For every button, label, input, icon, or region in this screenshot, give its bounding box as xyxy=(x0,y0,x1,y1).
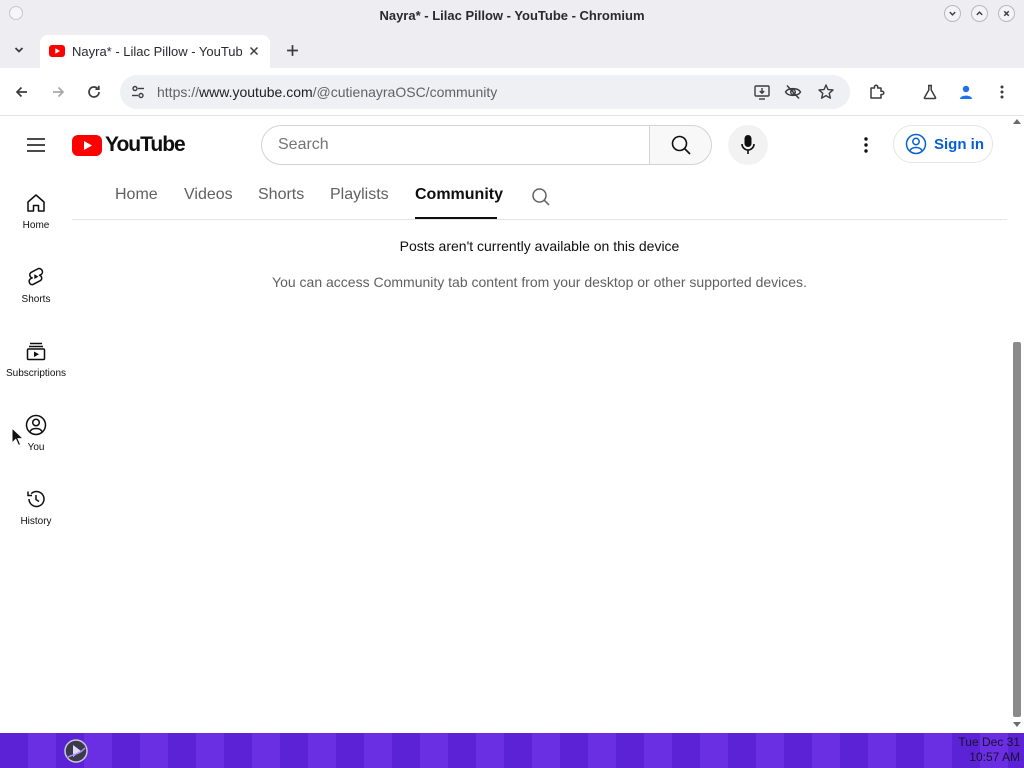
search-button[interactable] xyxy=(649,125,712,165)
launcher-logo-icon xyxy=(64,739,88,763)
star-icon xyxy=(818,84,834,99)
window-titlebar: Nayra* - Lilac Pillow - YouTube - Chromi… xyxy=(0,0,1024,32)
tab-videos[interactable]: Videos xyxy=(184,186,233,204)
microphone-icon xyxy=(741,135,755,154)
browser-menu-button[interactable] xyxy=(990,80,1014,104)
browser-tab-active[interactable]: Nayra* - Lilac Pillow - YouTube xyxy=(40,35,270,68)
install-icon xyxy=(754,85,770,100)
guide-item-subscriptions[interactable]: Subscriptions xyxy=(0,324,72,394)
app-launcher-button[interactable] xyxy=(60,737,92,765)
sign-in-label: Sign in xyxy=(934,135,984,153)
browser-toolbar: https://www.youtube.com/@cutienayraOSC/c… xyxy=(0,68,1024,116)
url-host: www.youtube.com xyxy=(199,84,313,100)
more-vertical-icon xyxy=(1000,85,1004,99)
taskbar-clock[interactable]: Tue Dec 31 10:57 AM xyxy=(958,735,1020,765)
url-scheme: https:// xyxy=(157,84,200,100)
reload-icon xyxy=(88,85,100,98)
sign-in-button[interactable]: Sign in xyxy=(893,125,993,163)
search-input[interactable] xyxy=(278,134,638,156)
shorts-icon xyxy=(28,267,44,286)
active-tab-indicator xyxy=(415,217,497,219)
account-icon xyxy=(25,414,47,436)
clock-date: Tue Dec 31 xyxy=(958,735,1020,749)
tune-icon xyxy=(132,85,144,99)
scrollbar-thumb[interactable] xyxy=(1013,342,1021,717)
chevron-down-icon xyxy=(949,11,956,16)
close-icon xyxy=(249,46,259,56)
youtube-masthead: YouTube Sign in xyxy=(0,117,1010,173)
maximize-button[interactable] xyxy=(971,5,988,22)
plus-icon xyxy=(286,44,298,56)
tab-strip: Nayra* - Lilac Pillow - YouTube xyxy=(0,32,1024,68)
address-bar[interactable]: https://www.youtube.com/@cutienayraOSC/c… xyxy=(120,75,850,109)
voice-search-button[interactable] xyxy=(728,125,768,165)
page-scrollbar[interactable] xyxy=(1010,117,1024,733)
unavailable-message-body: You can access Community tab content fro… xyxy=(272,274,807,290)
guide-item-label: History xyxy=(20,516,52,527)
guide-item-label: You xyxy=(27,442,45,453)
tab-title: Nayra* - Lilac Pillow - YouTube xyxy=(72,44,242,59)
bookmark-button[interactable] xyxy=(816,82,836,102)
tab-home[interactable]: Home xyxy=(115,186,158,204)
tracking-protection-button[interactable] xyxy=(783,82,803,102)
tab-shorts[interactable]: Shorts xyxy=(258,186,304,204)
scroll-down-arrow[interactable] xyxy=(1013,722,1021,727)
arrow-right-icon xyxy=(53,86,65,98)
back-button[interactable] xyxy=(10,80,34,104)
channel-search-button[interactable] xyxy=(530,186,552,208)
desktop-taskbar: Tue Dec 31 10:57 AM xyxy=(0,733,1024,768)
extensions-button[interactable] xyxy=(865,80,889,104)
chevron-up-icon xyxy=(976,11,983,16)
guide-item-label: Home xyxy=(22,220,50,231)
guide-item-label: Subscriptions xyxy=(5,368,67,379)
puzzle-icon xyxy=(870,84,885,99)
tab-community[interactable]: Community xyxy=(415,186,503,204)
arrow-left-icon xyxy=(15,86,27,98)
tab-playlists[interactable]: Playlists xyxy=(330,186,389,204)
url-path: /@cutienayraOSC/community xyxy=(312,84,498,100)
history-icon xyxy=(27,490,45,508)
subscriptions-icon xyxy=(26,342,46,361)
eye-off-icon xyxy=(784,84,802,100)
flask-icon xyxy=(923,84,937,100)
forward-button[interactable] xyxy=(46,80,70,104)
settings-more-button[interactable] xyxy=(852,131,880,159)
labs-button[interactable] xyxy=(918,80,942,104)
guide-item-label: Shorts xyxy=(21,294,51,305)
close-window-button[interactable] xyxy=(998,5,1015,22)
mouse-cursor-icon xyxy=(11,427,25,447)
account-circle-icon xyxy=(905,133,927,155)
tab-close-button[interactable] xyxy=(246,43,262,59)
guide-item-home[interactable]: Home xyxy=(0,176,72,246)
scroll-up-arrow[interactable] xyxy=(1013,119,1021,124)
home-icon xyxy=(27,194,45,212)
chevron-down-icon xyxy=(14,47,24,53)
unavailable-message-title: Posts aren't currently available on this… xyxy=(399,238,680,254)
search-box[interactable] xyxy=(261,125,649,165)
reload-button[interactable] xyxy=(82,80,106,104)
channel-tabs: Home Videos Shorts Playlists Community xyxy=(72,173,1007,220)
install-app-button[interactable] xyxy=(752,82,772,102)
close-icon xyxy=(1003,10,1010,17)
window-title: Nayra* - Lilac Pillow - YouTube - Chromi… xyxy=(379,8,645,23)
youtube-favicon-icon xyxy=(49,45,65,57)
url-text: https://www.youtube.com/@cutienayraOSC/c… xyxy=(157,84,497,100)
guide-menu-button[interactable] xyxy=(22,131,50,159)
youtube-play-logo-icon xyxy=(72,134,102,156)
youtube-logo[interactable]: YouTube xyxy=(72,133,186,157)
site-info-button[interactable] xyxy=(128,82,148,102)
hamburger-menu-icon xyxy=(27,138,45,152)
guide-item-history[interactable]: History xyxy=(0,472,72,542)
new-tab-button[interactable] xyxy=(282,40,302,60)
guide-item-shorts[interactable]: Shorts xyxy=(0,250,72,320)
more-vertical-icon xyxy=(864,137,868,153)
profile-button[interactable] xyxy=(954,80,978,104)
person-icon xyxy=(960,85,972,99)
clock-time: 10:57 AM xyxy=(969,750,1020,764)
search-icon xyxy=(671,135,691,155)
search-icon xyxy=(532,188,550,206)
youtube-logo-text: YouTube xyxy=(105,133,186,156)
tab-search-button[interactable] xyxy=(9,41,29,59)
minimize-button[interactable] xyxy=(944,5,961,22)
